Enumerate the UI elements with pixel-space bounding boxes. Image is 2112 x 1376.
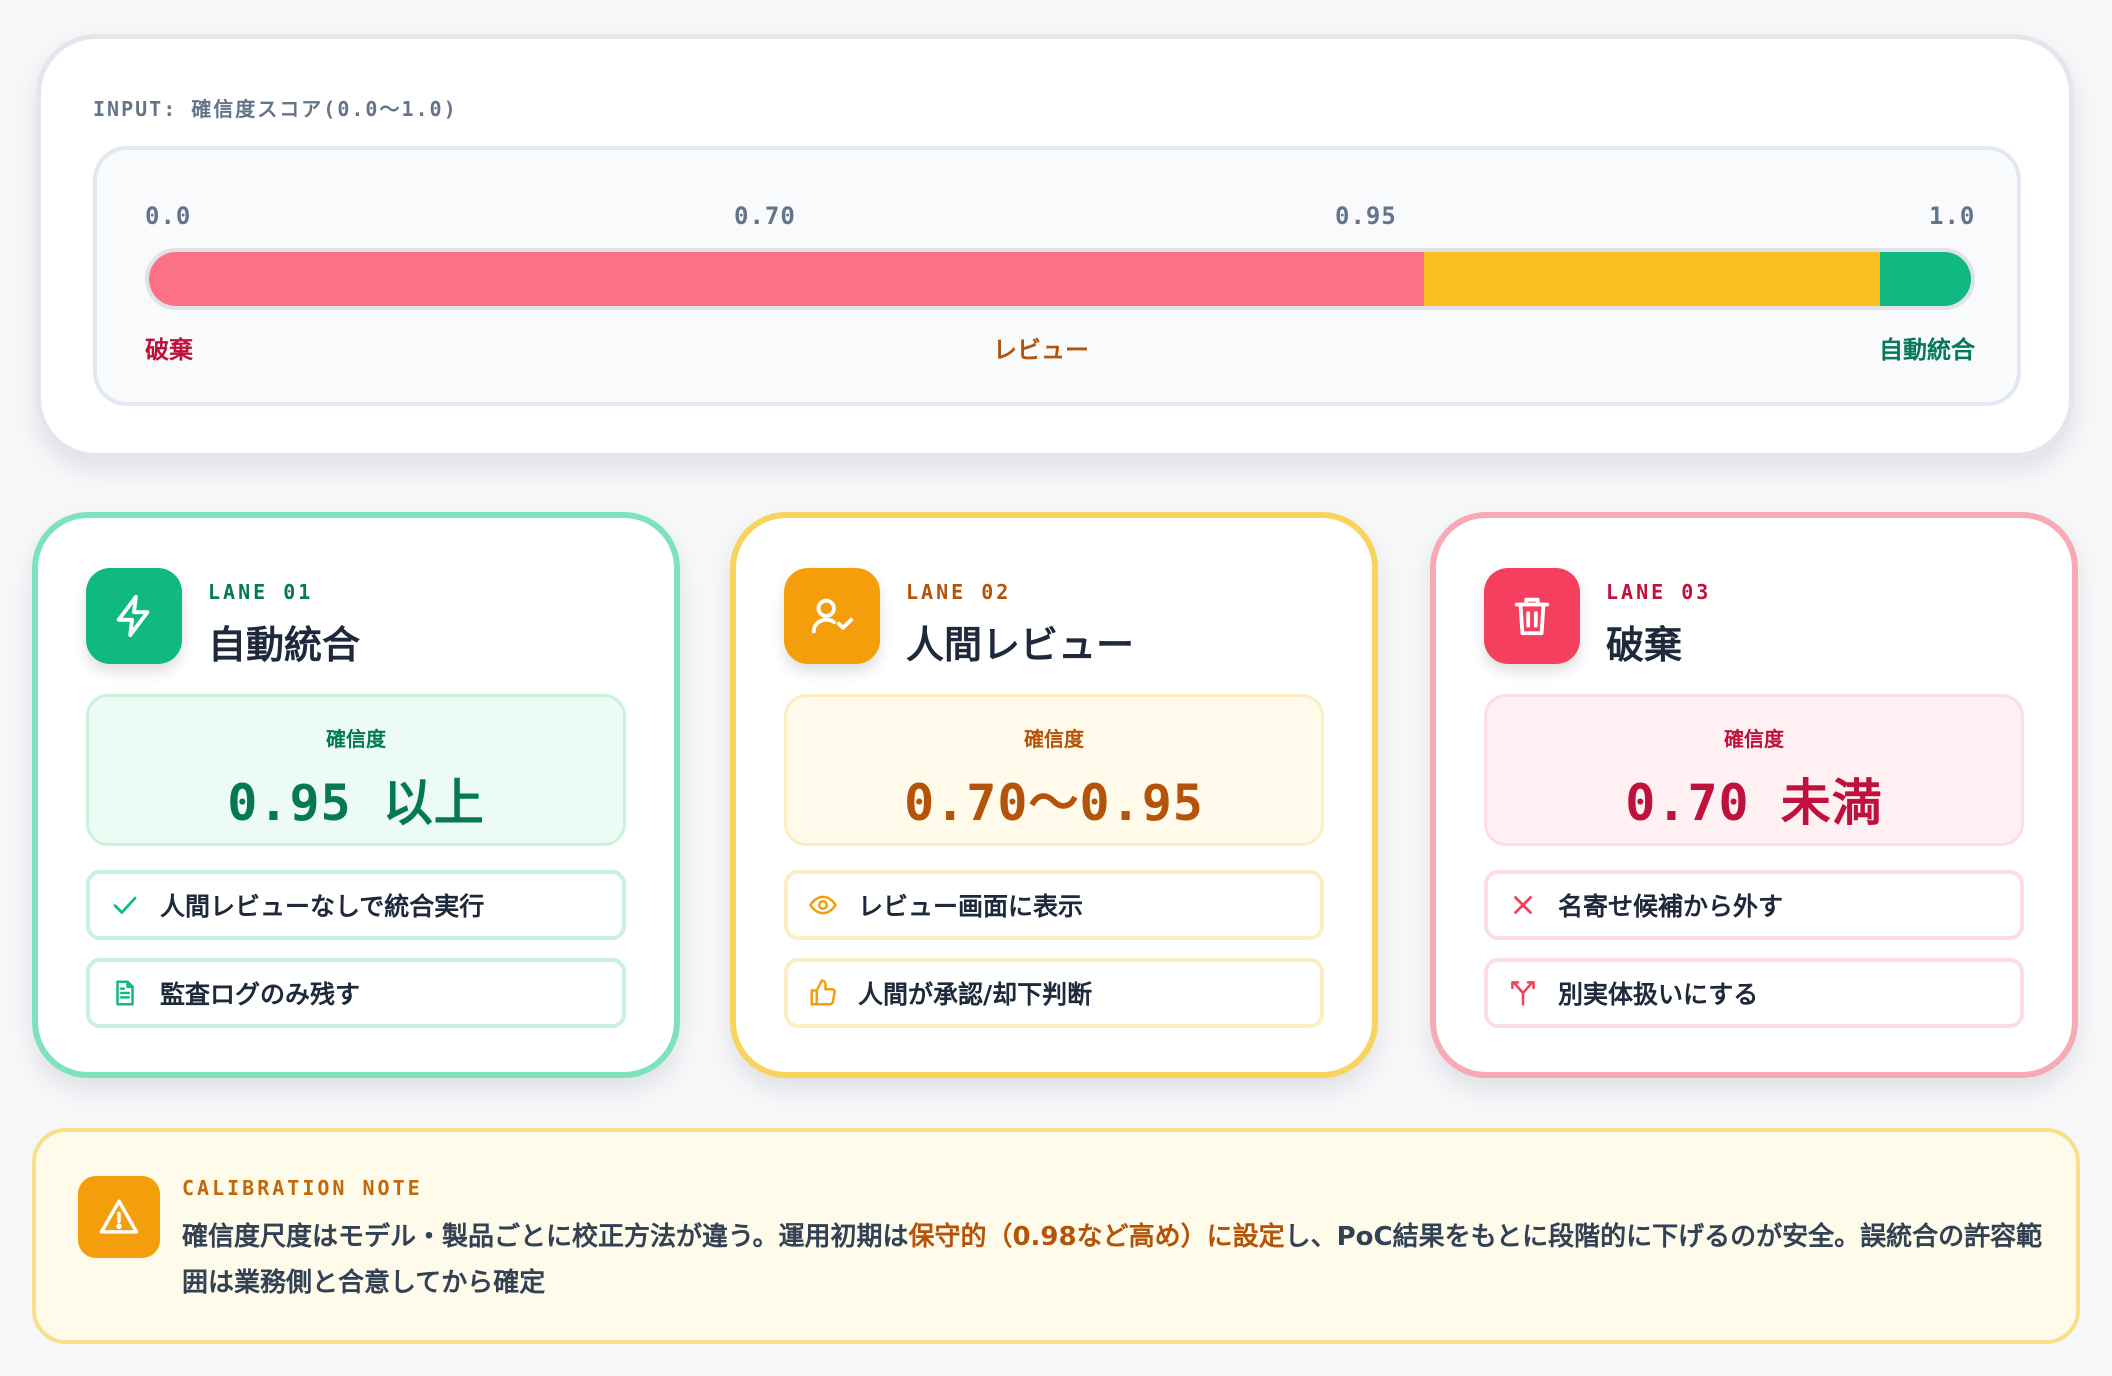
calibration-note: CALIBRATION NOTE 確信度尺度はモデル・製品ごとに校正方法が違う。… [32,1128,2080,1344]
document-icon [108,976,142,1010]
eye-icon [806,888,840,922]
confidence-label: 確信度 [1724,727,1784,751]
tick-070: 0.70 [734,202,796,230]
confidence-box: 確信度 0.70 未満 [1484,694,2024,846]
lane-tag: LANE 02 [906,580,1012,604]
confidence-label: 確信度 [1024,727,1084,751]
confidence-label: 確信度 [326,727,386,751]
bar-segment-0 [149,252,1425,306]
lightning-icon [86,568,182,664]
zone-label-review: レビュー [993,336,1089,364]
lane-card-auto-merge: LANE 01 自動統合 確信度 0.95 以上 人間レビューなしで統合実行 監… [32,512,680,1078]
confidence-scale: 0.0 0.70 0.95 1.0 破棄 レビュー 自動統合 [93,146,2021,406]
bar-segment-2 [1879,252,1971,306]
confidence-value: 0.70 未満 [1625,774,1883,832]
action-item: レビュー画面に表示 [784,870,1324,940]
confidence-box: 確信度 0.95 以上 [86,694,626,846]
action-text: 名寄せ候補から外す [1558,892,1784,921]
split-icon [1506,976,1540,1010]
tick-0: 0.0 [145,202,192,230]
lane-title: 人間レビュー [906,623,1135,667]
lane-title: 自動統合 [208,623,361,667]
bar-segment-1 [1424,252,1880,306]
action-item: 名寄せ候補から外す [1484,870,2024,940]
action-text: 別実体扱いにする [1558,980,1759,1009]
warning-icon [78,1176,160,1258]
note-tag: CALIBRATION NOTE [182,1176,423,1200]
input-label: INPUT: 確信度スコア(0.0〜1.0) [93,97,458,121]
action-item: 監査ログのみ残す [86,958,626,1028]
zone-label-auto: 自動統合 [1879,336,1975,364]
trash-icon [1484,568,1580,664]
check-icon [108,888,142,922]
action-item: 別実体扱いにする [1484,958,2024,1028]
note-text-highlight: 保守的（0.98など高め）に設定 [908,1222,1285,1252]
action-text: 人間レビューなしで統合実行 [160,892,485,921]
input-card: INPUT: 確信度スコア(0.0〜1.0) 0.0 0.70 0.95 1.0… [36,34,2074,458]
confidence-value: 0.95 以上 [227,774,485,832]
confidence-bar [145,248,1975,310]
action-item: 人間が承認/却下判断 [784,958,1324,1028]
lane-title: 破棄 [1606,623,1683,667]
tick-1: 1.0 [1929,202,1976,230]
confidence-value: 0.70〜0.95 [904,774,1204,832]
zone-label-discard: 破棄 [145,336,193,364]
action-text: レビュー画面に表示 [858,892,1084,921]
thumbs-up-icon [806,976,840,1010]
note-text-before: 確信度尺度はモデル・製品ごとに校正方法が違う。運用初期は [182,1222,909,1252]
lane-card-human-review: LANE 02 人間レビュー 確信度 0.70〜0.95 レビュー画面に表示 人… [730,512,1378,1078]
action-item: 人間レビューなしで統合実行 [86,870,626,940]
note-text: 確信度尺度はモデル・製品ごとに校正方法が違う。運用初期は保守的（0.98など高め… [182,1214,2052,1306]
user-check-icon [784,568,880,664]
x-icon [1506,888,1540,922]
action-text: 監査ログのみ残す [160,980,361,1009]
lane-tag: LANE 03 [1606,580,1712,604]
lane-card-discard: LANE 03 破棄 確信度 0.70 未満 名寄せ候補から外す 別実体扱いにす… [1430,512,2078,1078]
action-text: 人間が承認/却下判断 [858,980,1093,1009]
tick-095: 0.95 [1335,202,1397,230]
lane-tag: LANE 01 [208,580,314,604]
confidence-box: 確信度 0.70〜0.95 [784,694,1324,846]
